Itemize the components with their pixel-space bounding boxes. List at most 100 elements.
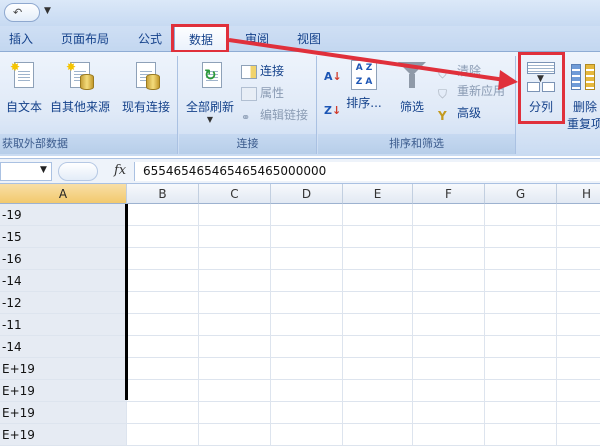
cell-f5[interactable] — [413, 292, 485, 314]
cell-g1[interactable] — [485, 204, 557, 226]
column-header-h[interactable]: H — [557, 184, 600, 204]
cell-e10[interactable] — [343, 402, 413, 424]
insert-function-icon[interactable]: fx — [114, 163, 126, 178]
cell-b4[interactable] — [127, 270, 199, 292]
cell-d2[interactable] — [271, 226, 343, 248]
formula-input[interactable]: 655465465465465465000000 — [134, 162, 600, 181]
cell-h4[interactable] — [557, 270, 600, 292]
cell-e8[interactable] — [343, 358, 413, 380]
cell-f7[interactable] — [413, 336, 485, 358]
cell-a6[interactable]: -11 — [0, 314, 127, 336]
column-header-a[interactable]: A — [0, 184, 127, 204]
cell-e9[interactable] — [343, 380, 413, 402]
column-header-f[interactable]: F — [413, 184, 485, 204]
cell-f1[interactable] — [413, 204, 485, 226]
cell-b8[interactable] — [127, 358, 199, 380]
column-header-g[interactable]: G — [485, 184, 557, 204]
cell-b2[interactable] — [127, 226, 199, 248]
cell-h7[interactable] — [557, 336, 600, 358]
cell-b7[interactable] — [127, 336, 199, 358]
cell-f2[interactable] — [413, 226, 485, 248]
spreadsheet-grid[interactable]: A B C D E F G H -19 -15 -16 -14 -12 -11 -14 E+19 E+19 E+1… — [0, 184, 600, 446]
cell-c2[interactable] — [199, 226, 271, 248]
cell-h1[interactable] — [557, 204, 600, 226]
cell-b9[interactable] — [127, 380, 199, 402]
cell-f3[interactable] — [413, 248, 485, 270]
cell-c4[interactable] — [199, 270, 271, 292]
cell-e3[interactable] — [343, 248, 413, 270]
cell-a10[interactable]: E+19 — [0, 402, 127, 424]
cell-b3[interactable] — [127, 248, 199, 270]
cell-g5[interactable] — [485, 292, 557, 314]
cell-f9[interactable] — [413, 380, 485, 402]
cell-g8[interactable] — [485, 358, 557, 380]
cell-a11[interactable]: E+19 — [0, 424, 127, 446]
cell-c6[interactable] — [199, 314, 271, 336]
cell-f8[interactable] — [413, 358, 485, 380]
cell-a7[interactable]: -14 — [0, 336, 127, 358]
cell-e4[interactable] — [343, 270, 413, 292]
cell-g2[interactable] — [485, 226, 557, 248]
cell-e6[interactable] — [343, 314, 413, 336]
name-box-dropdown-icon[interactable]: ▼ — [40, 165, 47, 175]
cell-d5[interactable] — [271, 292, 343, 314]
cell-b11[interactable] — [127, 424, 199, 446]
cell-a2[interactable]: -15 — [0, 226, 127, 248]
formula-zoom-control[interactable] — [58, 162, 98, 181]
cell-g3[interactable] — [485, 248, 557, 270]
cell-g9[interactable] — [485, 380, 557, 402]
cell-h11[interactable] — [557, 424, 600, 446]
cell-b10[interactable] — [127, 402, 199, 424]
cell-a8[interactable]: E+19 — [0, 358, 127, 380]
cell-a9[interactable]: E+19 — [0, 380, 127, 402]
cell-g6[interactable] — [485, 314, 557, 336]
cell-a1[interactable]: -19 — [0, 204, 127, 226]
cell-g7[interactable] — [485, 336, 557, 358]
cell-e11[interactable] — [343, 424, 413, 446]
cell-c3[interactable] — [199, 248, 271, 270]
column-header-c[interactable]: C — [199, 184, 271, 204]
cell-g4[interactable] — [485, 270, 557, 292]
cell-e2[interactable] — [343, 226, 413, 248]
cell-a5[interactable]: -12 — [0, 292, 127, 314]
cell-h2[interactable] — [557, 226, 600, 248]
cell-d10[interactable] — [271, 402, 343, 424]
cell-e5[interactable] — [343, 292, 413, 314]
cell-h5[interactable] — [557, 292, 600, 314]
cell-b6[interactable] — [127, 314, 199, 336]
cell-d8[interactable] — [271, 358, 343, 380]
cell-h9[interactable] — [557, 380, 600, 402]
cell-c8[interactable] — [199, 358, 271, 380]
cell-d7[interactable] — [271, 336, 343, 358]
cell-a3[interactable]: -16 — [0, 248, 127, 270]
column-header-b[interactable]: B — [127, 184, 199, 204]
cell-d4[interactable] — [271, 270, 343, 292]
cell-h6[interactable] — [557, 314, 600, 336]
cell-f4[interactable] — [413, 270, 485, 292]
cell-c7[interactable] — [199, 336, 271, 358]
cell-b1[interactable] — [127, 204, 199, 226]
cell-b5[interactable] — [127, 292, 199, 314]
cell-a4[interactable]: -14 — [0, 270, 127, 292]
cell-e7[interactable] — [343, 336, 413, 358]
cell-d1[interactable] — [271, 204, 343, 226]
cell-c11[interactable] — [199, 424, 271, 446]
cell-c5[interactable] — [199, 292, 271, 314]
cell-f10[interactable] — [413, 402, 485, 424]
cell-d9[interactable] — [271, 380, 343, 402]
cell-e1[interactable] — [343, 204, 413, 226]
column-header-d[interactable]: D — [271, 184, 343, 204]
cell-g10[interactable] — [485, 402, 557, 424]
cell-f11[interactable] — [413, 424, 485, 446]
cell-h10[interactable] — [557, 402, 600, 424]
cell-d3[interactable] — [271, 248, 343, 270]
column-header-e[interactable]: E — [343, 184, 413, 204]
cell-h8[interactable] — [557, 358, 600, 380]
cell-g11[interactable] — [485, 424, 557, 446]
cell-d6[interactable] — [271, 314, 343, 336]
cell-d11[interactable] — [271, 424, 343, 446]
cell-c10[interactable] — [199, 402, 271, 424]
cell-f6[interactable] — [413, 314, 485, 336]
cell-c9[interactable] — [199, 380, 271, 402]
cell-c1[interactable] — [199, 204, 271, 226]
